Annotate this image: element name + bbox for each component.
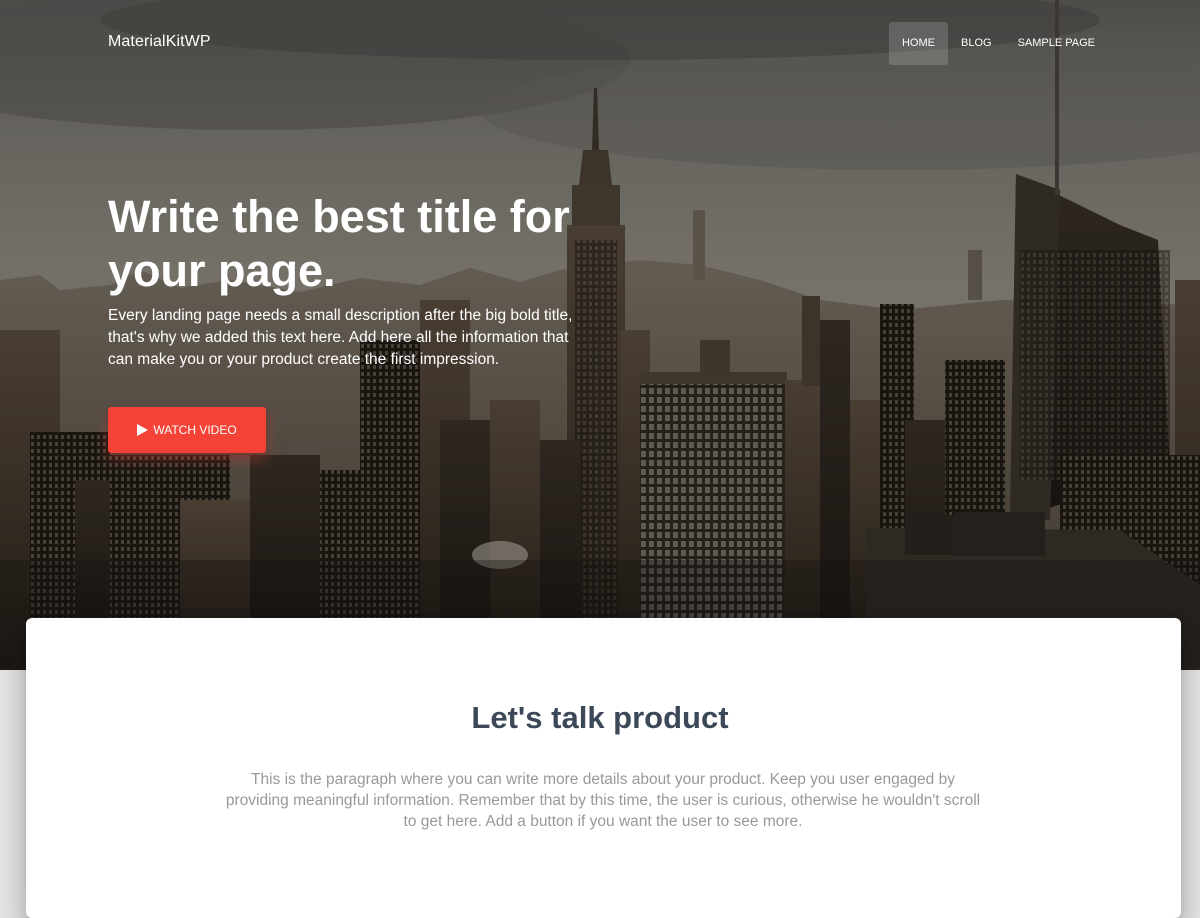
hero-description: Every landing page needs a small descrip… [108, 307, 573, 368]
product-card [26, 618, 1181, 918]
watch-video-label: WATCH VIDEO [153, 423, 237, 437]
nav-item-blog[interactable]: BLOG [948, 22, 1005, 65]
hero-title: Write the best title for your page. [108, 191, 570, 296]
nav-item-sample-page[interactable]: SAMPLE PAGE [1005, 22, 1108, 65]
main-nav: HOME BLOG SAMPLE PAGE [888, 22, 1108, 65]
brand-logo[interactable]: MaterialKitWP [108, 33, 211, 51]
nav-item-home[interactable]: HOME [888, 22, 948, 65]
product-section-description: This is the paragraph where you can writ… [225, 771, 981, 830]
product-section-title: Let's talk product [471, 700, 729, 735]
watch-video-button[interactable]: WATCH VIDEO [108, 407, 266, 453]
play-icon [137, 424, 149, 436]
